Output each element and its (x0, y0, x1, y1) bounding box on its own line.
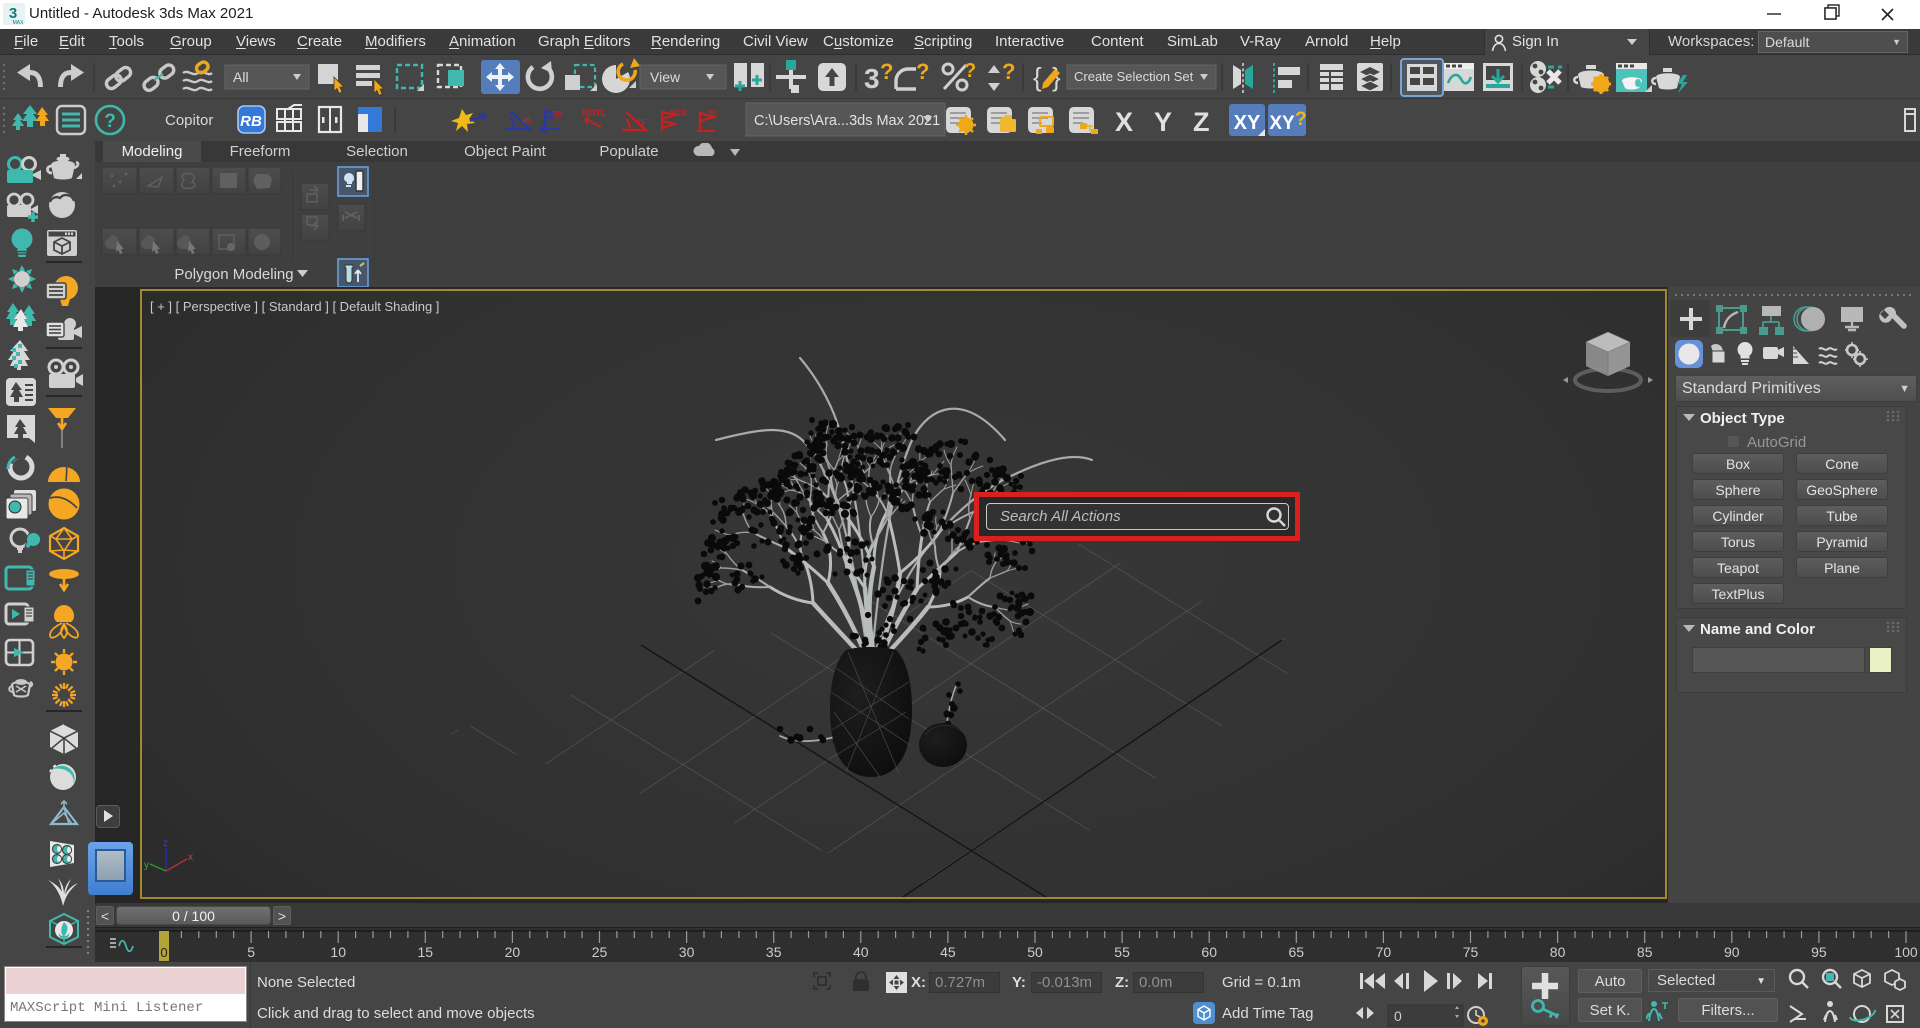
svg-text:MAX: MAX (13, 20, 25, 26)
svg-text:M2B: M2B (670, 109, 687, 118)
svg-text:50: 50 (1027, 944, 1043, 960)
svg-text:{: { (1033, 62, 1042, 92)
svg-text:20: 20 (505, 944, 521, 960)
svg-text:15: 15 (418, 944, 434, 960)
svg-text:30: 30 (679, 944, 695, 960)
svg-text:ROTL: ROTL (582, 108, 607, 118)
svg-text:?: ? (880, 59, 893, 84)
svg-text:25: 25 (592, 944, 608, 960)
svg-text:?: ? (916, 59, 929, 84)
svg-text:75: 75 (1463, 944, 1479, 960)
svg-text:45: 45 (522, 116, 531, 125)
svg-text:90: 90 (1724, 944, 1740, 960)
svg-text:10: 10 (330, 944, 346, 960)
svg-text:0: 0 (1394, 1008, 1402, 1024)
svg-text:0: 0 (160, 945, 167, 960)
svg-text:Polygon Modeling: Polygon Modeling (174, 266, 293, 283)
svg-text:x: x (188, 852, 193, 863)
svg-text:45: 45 (636, 118, 645, 127)
svg-text:Create Selection Set: Create Selection Set (1074, 69, 1194, 84)
svg-text:Y: Y (1154, 107, 1172, 137)
svg-text:80: 80 (1550, 944, 1566, 960)
svg-text:5: 5 (247, 944, 255, 960)
svg-text:85: 85 (1637, 944, 1653, 960)
svg-text:95: 95 (1811, 944, 1827, 960)
svg-text:Copitor: Copitor (165, 112, 213, 129)
svg-text:55: 55 (1114, 944, 1130, 960)
svg-text:X: X (1115, 107, 1133, 137)
svg-text:65: 65 (1289, 944, 1305, 960)
svg-text:35: 35 (766, 944, 782, 960)
svg-text:Z: Z (1193, 107, 1210, 137)
svg-text:View: View (650, 69, 681, 85)
svg-text:20: 20 (708, 109, 717, 118)
svg-text:y: y (144, 860, 149, 871)
svg-text:40: 40 (853, 944, 869, 960)
svg-text:60: 60 (1201, 944, 1217, 960)
svg-text:?: ? (964, 60, 976, 82)
svg-text:RB: RB (240, 113, 262, 130)
svg-text:45: 45 (940, 944, 956, 960)
svg-text:100: 100 (1894, 944, 1918, 960)
svg-text:All: All (233, 69, 249, 85)
svg-text:z: z (163, 838, 168, 849)
svg-text:70: 70 (1376, 944, 1392, 960)
svg-text:?: ? (104, 111, 116, 132)
svg-text:XY: XY (1269, 113, 1295, 134)
svg-text:?: ? (1295, 109, 1307, 130)
svg-text:3: 3 (864, 63, 880, 94)
svg-text:C:\Users\Ara...3ds Max 2021: C:\Users\Ara...3ds Max 2021 (754, 113, 940, 129)
svg-text:50: 50 (553, 110, 562, 119)
svg-text:?: ? (1002, 59, 1015, 84)
svg-text:XY: XY (1234, 112, 1261, 134)
